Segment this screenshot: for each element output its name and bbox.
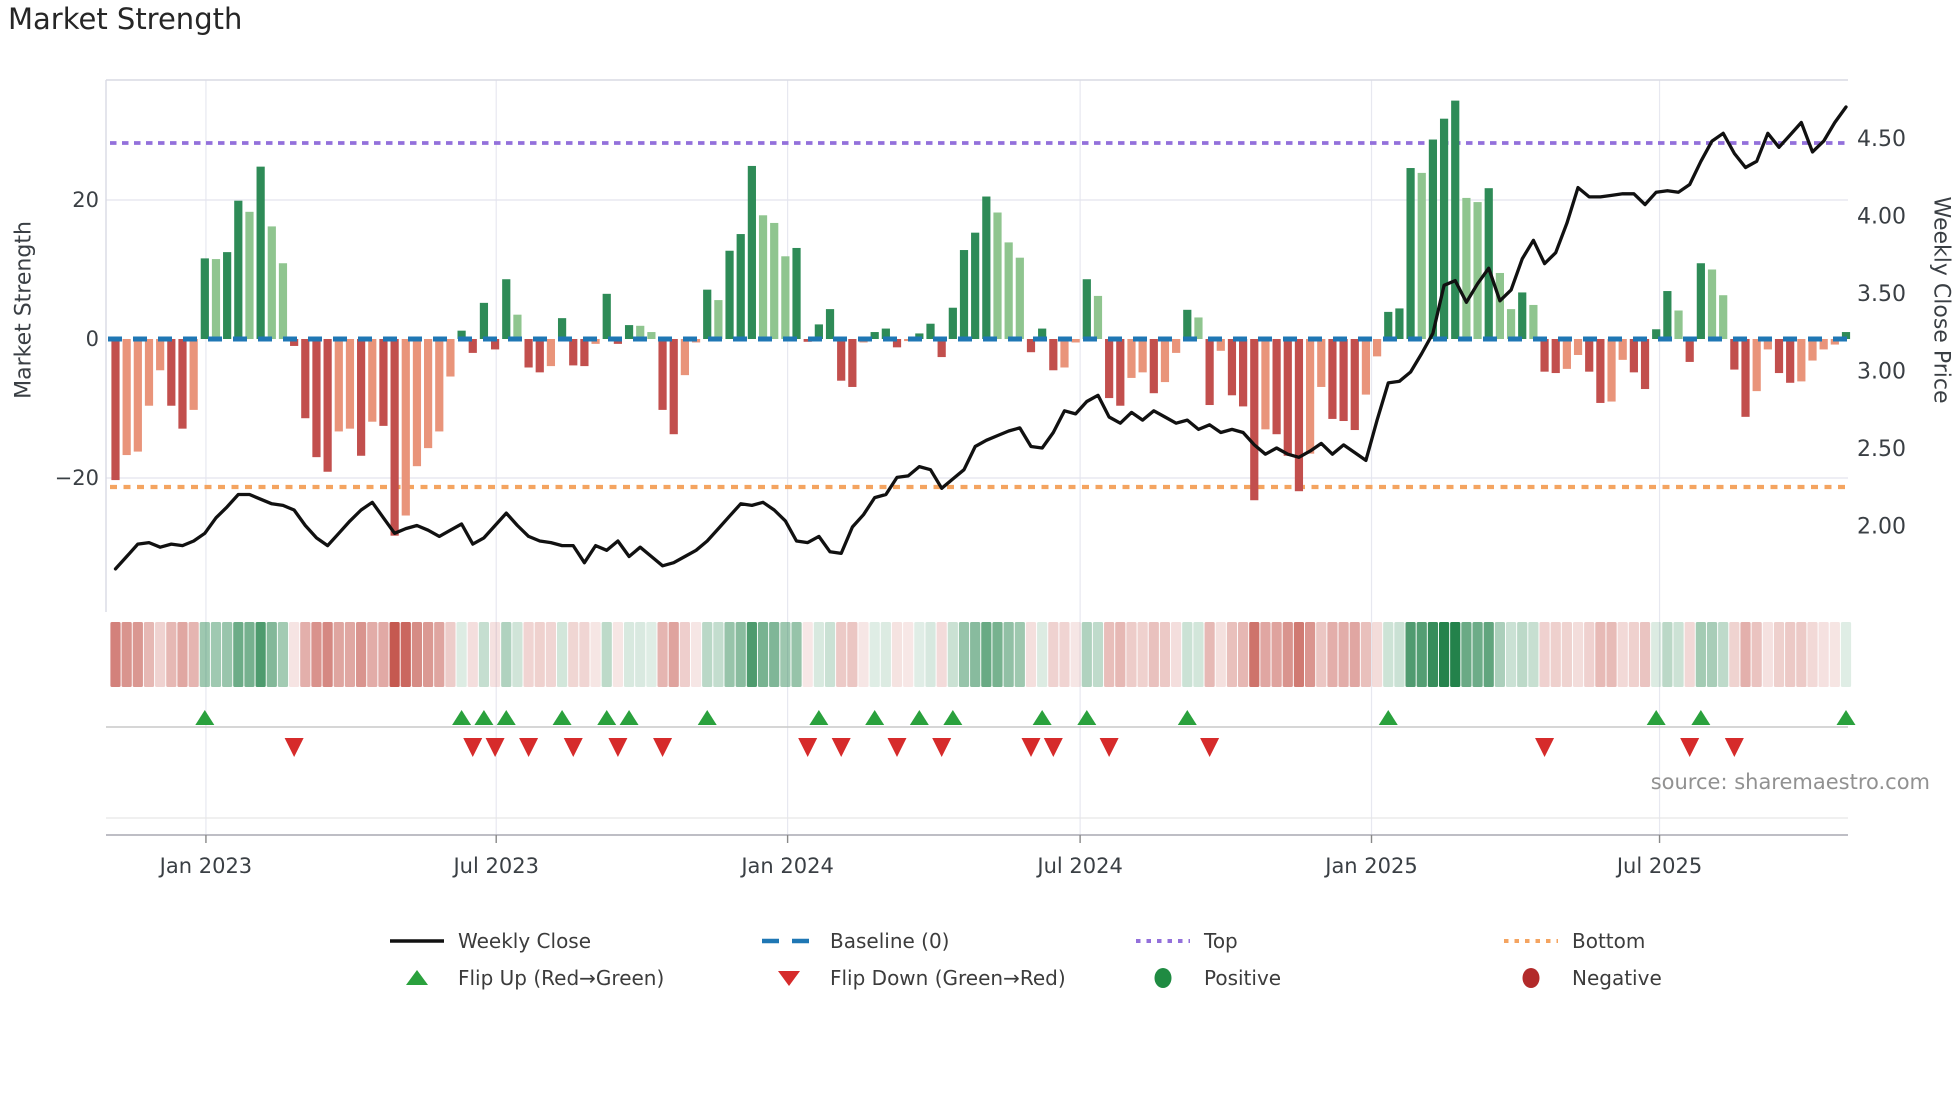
strength-bars [111, 100, 1851, 536]
legend-label: Positive [1204, 966, 1282, 990]
y-axis-right: 4.50 4.00 3.50 3.00 2.50 2.00 [1857, 127, 1906, 540]
legend-item-bottom: Bottom [1502, 927, 1645, 955]
flip-markers [106, 710, 1856, 757]
svg-text:Jan 2024: Jan 2024 [739, 854, 834, 878]
svg-text:3.50: 3.50 [1857, 282, 1906, 307]
source-credit: source: sharemaestro.com [1650, 770, 1930, 794]
positive-dot-icon [1134, 966, 1192, 990]
legend-label: Top [1204, 929, 1238, 953]
weekly-close-line-swatch [388, 929, 446, 953]
flip-up-triangle-icon [388, 966, 446, 990]
svg-text:−20: −20 [55, 466, 99, 490]
legend-label: Negative [1572, 966, 1662, 990]
legend-item-top: Top [1134, 927, 1238, 955]
y-axis-left: 20 0 −20 [55, 188, 99, 490]
svg-text:20: 20 [72, 188, 99, 212]
x-axis: Jan 2023 Jul 2023 Jan 2024 Jul 2024 Jan 2025… [106, 834, 1848, 878]
chart-canvas: Jan 2023 Jul 2023 Jan 2024 Jul 2024 Jan 2025… [55, 79, 1906, 878]
bottom-dots-swatch [1502, 929, 1560, 953]
svg-text:Jul 2023: Jul 2023 [451, 854, 538, 878]
legend-item-flip-up: Flip Up (Red→Green) [388, 964, 664, 992]
svg-text:Jan 2023: Jan 2023 [158, 854, 253, 878]
svg-text:Jul 2024: Jul 2024 [1035, 854, 1122, 878]
legend-label: Weekly Close [458, 929, 592, 953]
svg-text:2.50: 2.50 [1857, 437, 1906, 462]
legend-item-positive: Positive [1134, 964, 1281, 992]
legend-item-flip-down: Flip Down (Green→Red) [760, 964, 1066, 992]
svg-text:0: 0 [86, 327, 99, 351]
flip-down-triangle-icon [760, 966, 818, 990]
legend-label: Bottom [1572, 929, 1646, 953]
svg-text:Jul 2025: Jul 2025 [1615, 854, 1702, 878]
svg-text:4.50: 4.50 [1857, 127, 1906, 152]
svg-text:3.00: 3.00 [1857, 360, 1906, 385]
top-dots-swatch [1134, 929, 1192, 953]
baseline-dash-swatch [760, 929, 818, 953]
heatmap-strip [110, 622, 1852, 687]
market-strength-chart-page: Market Strength Market Strength Weekly C… [0, 0, 1960, 1102]
legend-item-negative: Negative [1502, 964, 1662, 992]
svg-text:2.00: 2.00 [1857, 515, 1906, 540]
negative-dot-icon [1502, 966, 1560, 990]
svg-text:Jan 2025: Jan 2025 [1323, 854, 1418, 878]
legend-item-weekly-close: Weekly Close [388, 927, 591, 955]
legend-label: Flip Up (Red→Green) [458, 966, 665, 990]
svg-text:4.00: 4.00 [1857, 205, 1906, 230]
legend-label: Flip Down (Green→Red) [830, 966, 1066, 990]
legend-label: Baseline (0) [830, 929, 950, 953]
legend-item-baseline: Baseline (0) [760, 927, 949, 955]
